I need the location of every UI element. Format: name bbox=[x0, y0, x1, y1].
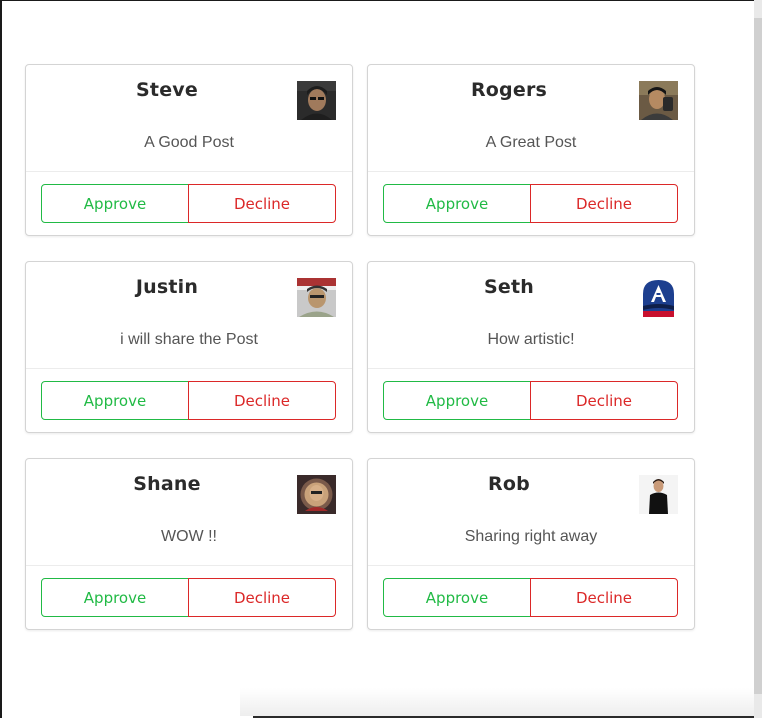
card-actions: Approve Decline bbox=[383, 578, 678, 617]
user-avatar bbox=[639, 278, 678, 317]
card-divider bbox=[26, 171, 352, 172]
user-avatar bbox=[639, 81, 678, 120]
card-message: A Great Post bbox=[485, 134, 577, 151]
decline-button[interactable]: Decline bbox=[188, 578, 336, 617]
approval-card: Shane WOW !! Approve Decline bbox=[25, 458, 353, 630]
approve-button[interactable]: Approve bbox=[41, 578, 189, 617]
approval-card: Justin i will share the Post Approve Dec… bbox=[25, 261, 353, 433]
approve-button[interactable]: Approve bbox=[383, 184, 531, 223]
approval-card: Steve A Good Post Approve Decline bbox=[25, 64, 353, 236]
card-divider bbox=[368, 171, 694, 172]
card-actions: Approve Decline bbox=[383, 381, 678, 420]
user-avatar bbox=[639, 475, 678, 514]
user-avatar bbox=[297, 475, 336, 514]
approval-card: Rob Sharing right away Approve Decline bbox=[367, 458, 695, 630]
decline-button[interactable]: Decline bbox=[530, 578, 678, 617]
card-message: A Good Post bbox=[144, 134, 234, 151]
card-message: How artistic! bbox=[487, 331, 575, 348]
card-message: i will share the Post bbox=[120, 331, 258, 348]
card-actions: Approve Decline bbox=[41, 381, 336, 420]
user-photo-icon bbox=[639, 278, 678, 317]
approve-button[interactable]: Approve bbox=[383, 578, 531, 617]
approval-card: Rogers A Great Post Approve Decline bbox=[367, 64, 695, 236]
card-actions: Approve Decline bbox=[383, 184, 678, 223]
card-divider bbox=[26, 368, 352, 369]
approve-button[interactable]: Approve bbox=[41, 184, 189, 223]
card-message: Sharing right away bbox=[464, 528, 598, 545]
user-photo-icon bbox=[297, 475, 336, 514]
decline-button[interactable]: Decline bbox=[188, 381, 336, 420]
approve-button[interactable]: Approve bbox=[383, 381, 531, 420]
user-photo-icon bbox=[297, 81, 336, 120]
card-user-name: Seth bbox=[484, 276, 534, 298]
vertical-scrollbar-thumb[interactable] bbox=[754, 18, 762, 694]
card-divider bbox=[368, 368, 694, 369]
window-left-border bbox=[0, 0, 2, 718]
decline-button[interactable]: Decline bbox=[188, 184, 336, 223]
card-actions: Approve Decline bbox=[41, 184, 336, 223]
window-top-border bbox=[0, 0, 756, 1]
card-message: WOW !! bbox=[161, 528, 217, 545]
card-divider bbox=[26, 565, 352, 566]
approval-card-grid: Steve A Good Post Approve Decline Rogers bbox=[25, 64, 695, 630]
user-photo-icon bbox=[639, 475, 678, 514]
card-user-name: Rob bbox=[488, 473, 530, 495]
card-user-name: Rogers bbox=[470, 79, 548, 101]
user-avatar bbox=[297, 278, 336, 317]
decline-button[interactable]: Decline bbox=[530, 381, 678, 420]
user-avatar bbox=[297, 81, 336, 120]
card-user-name: Justin bbox=[135, 276, 199, 298]
card-actions: Approve Decline bbox=[41, 578, 336, 617]
decline-button[interactable]: Decline bbox=[530, 184, 678, 223]
user-photo-icon bbox=[639, 81, 678, 120]
bottom-shadow bbox=[240, 688, 754, 716]
card-user-name: Steve bbox=[136, 79, 198, 101]
card-user-name: Shane bbox=[133, 473, 201, 495]
user-photo-icon bbox=[297, 278, 336, 317]
card-divider bbox=[368, 565, 694, 566]
approve-button[interactable]: Approve bbox=[41, 381, 189, 420]
approval-card: Seth How artistic! Approve Decline bbox=[367, 261, 695, 433]
